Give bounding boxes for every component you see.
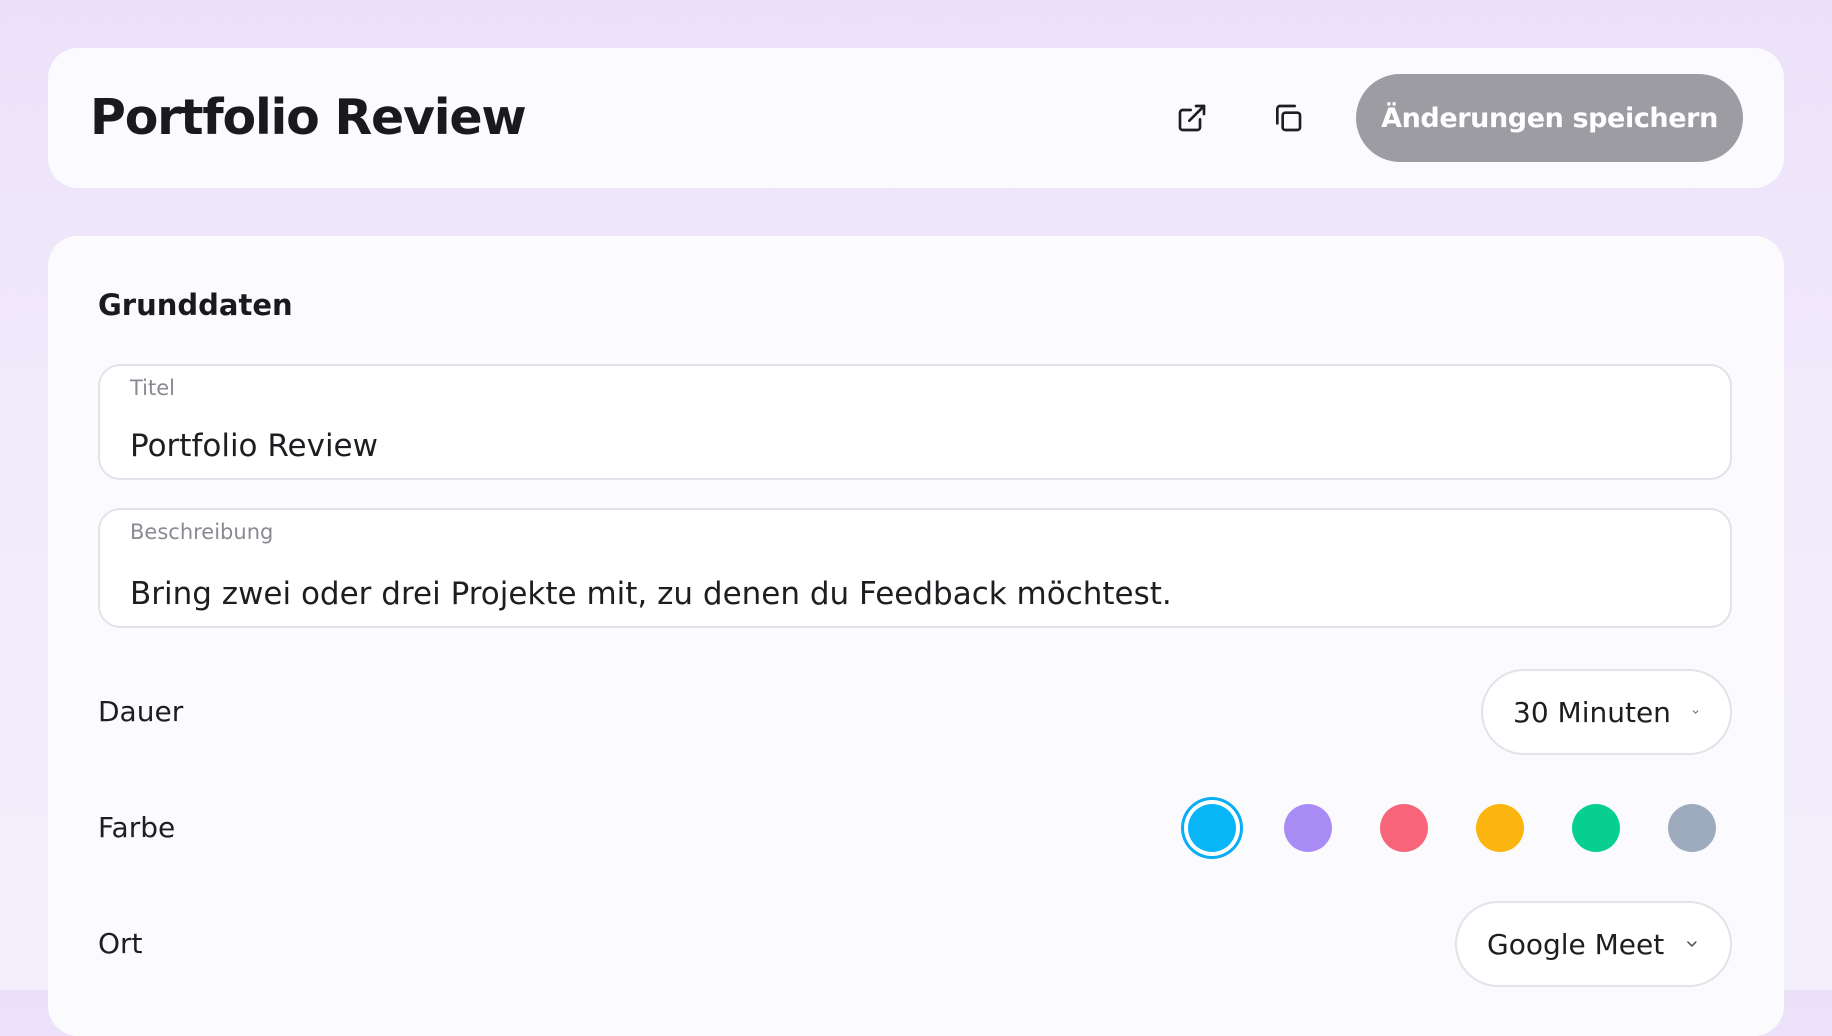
duration-select[interactable]: 30 Minuten — [1481, 669, 1732, 755]
duplicate-button[interactable] — [1264, 94, 1312, 142]
section-title: Grunddaten — [98, 288, 293, 322]
header-card: Portfolio Review Änderungen speichern — [48, 48, 1784, 188]
settings-card: Grunddaten Titel Beschreibung Dauer 30 M… — [48, 236, 1784, 1036]
location-select[interactable]: Google Meet — [1455, 901, 1732, 987]
color-swatch-purple[interactable] — [1284, 804, 1332, 852]
location-value: Google Meet — [1487, 927, 1665, 961]
description-input[interactable] — [130, 576, 1690, 612]
chevron-down-icon — [1692, 710, 1699, 714]
duration-label: Dauer — [98, 695, 184, 728]
page-title: Portfolio Review — [90, 89, 527, 146]
color-swatch-yellow[interactable] — [1476, 804, 1524, 852]
description-field-label: Beschreibung — [130, 520, 274, 544]
color-swatch-red[interactable] — [1380, 804, 1428, 852]
description-field[interactable]: Beschreibung — [98, 508, 1732, 628]
duration-value: 30 Minuten — [1513, 695, 1671, 729]
title-field[interactable]: Titel — [98, 364, 1732, 480]
location-row: Ort Google Meet — [98, 899, 1732, 989]
title-input[interactable] — [130, 428, 1690, 464]
save-changes-button[interactable]: Änderungen speichern — [1356, 74, 1743, 162]
open-external-button[interactable] — [1168, 94, 1216, 142]
external-link-icon — [1178, 104, 1206, 132]
color-swatch-green[interactable] — [1572, 804, 1620, 852]
chevron-down-icon — [1687, 941, 1697, 947]
color-row: Farbe — [98, 783, 1732, 873]
color-swatch-gray[interactable] — [1668, 804, 1716, 852]
location-label: Ort — [98, 927, 143, 960]
color-swatches — [1188, 783, 1716, 873]
copy-icon — [1276, 104, 1302, 132]
color-label: Farbe — [98, 811, 176, 844]
title-field-label: Titel — [130, 376, 176, 400]
color-swatch-blue[interactable] — [1188, 804, 1236, 852]
duration-row: Dauer 30 Minuten — [98, 667, 1732, 757]
